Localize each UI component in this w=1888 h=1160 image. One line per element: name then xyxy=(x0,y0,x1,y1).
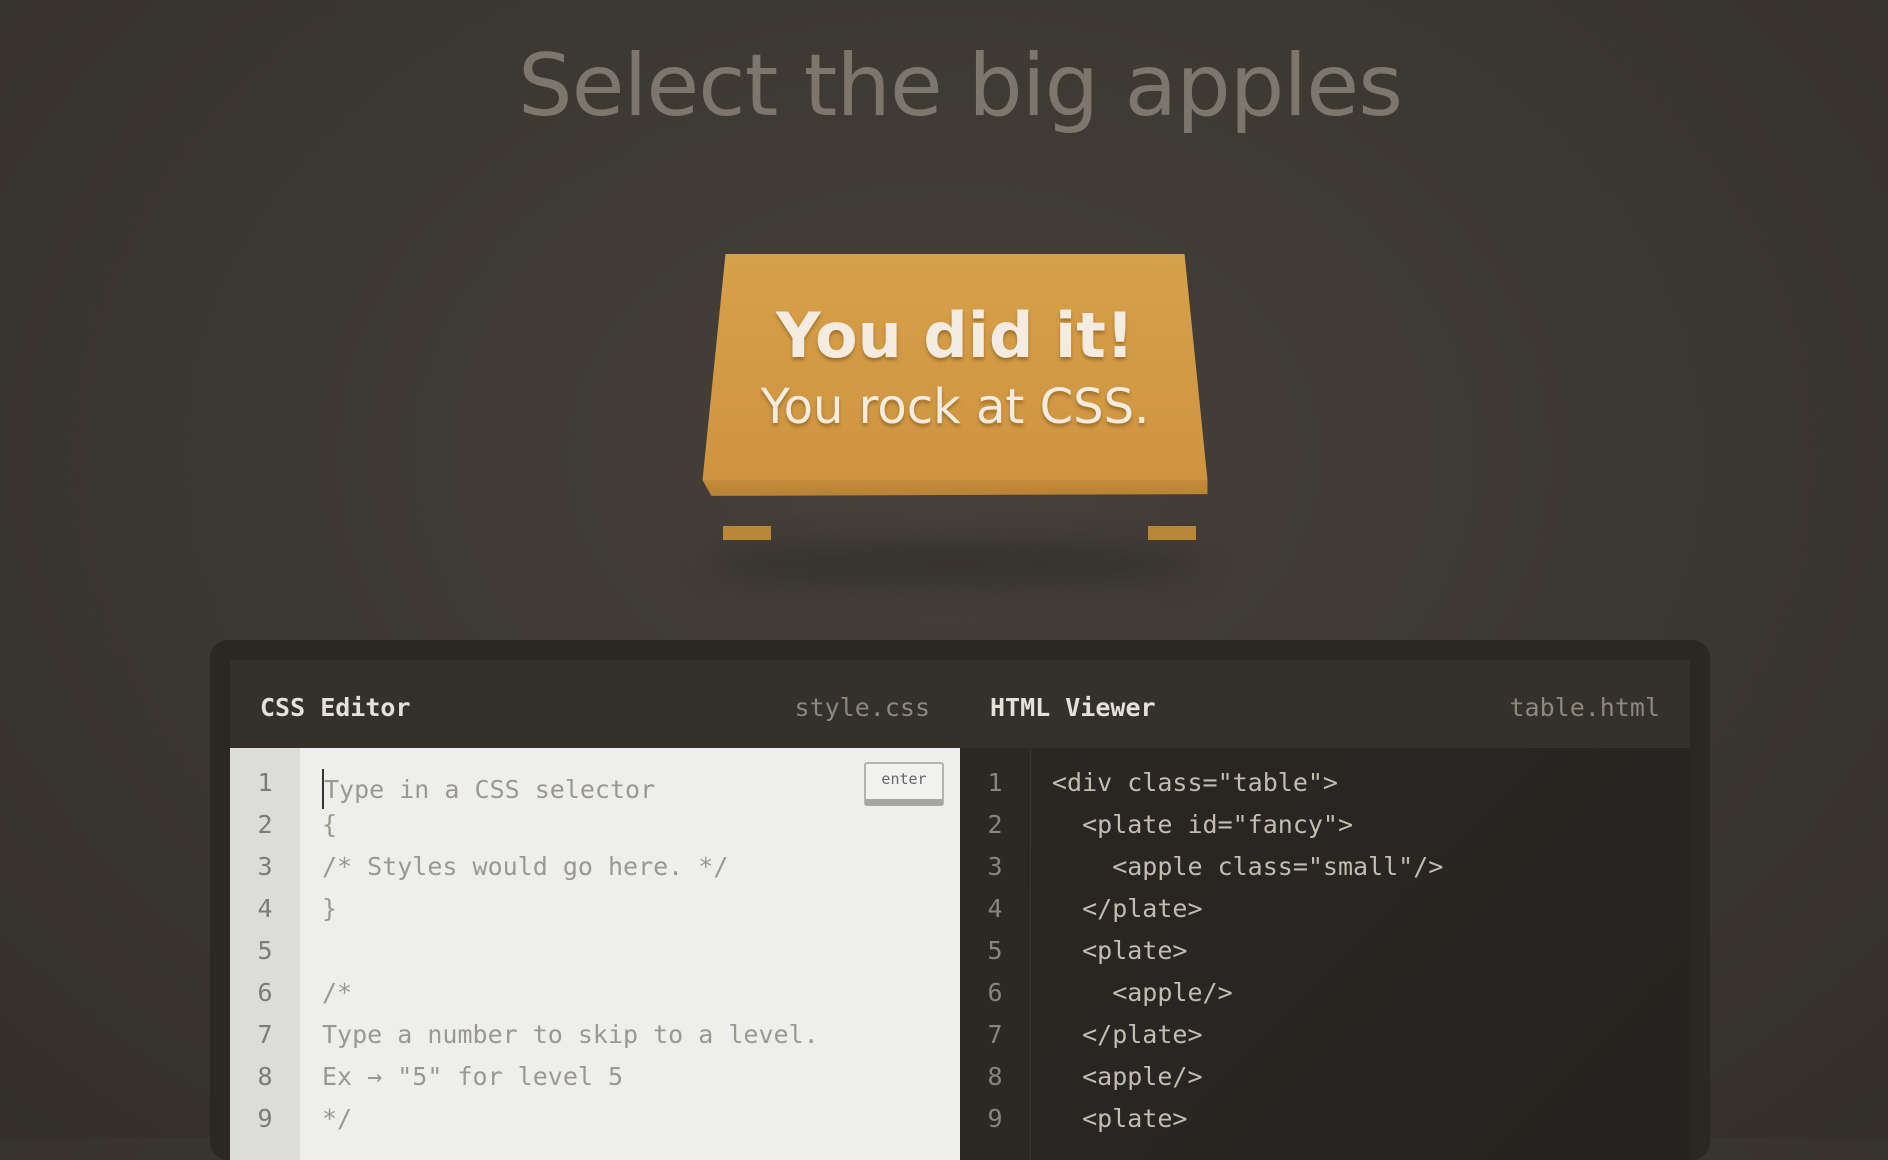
html-code-line[interactable]: <apple/> xyxy=(1052,1056,1202,1098)
line-number: 2 xyxy=(257,810,273,839)
css-editor-body: 1 2 3 4 5 6 7 8 9 enter { /* Styles woul… xyxy=(230,748,960,1160)
table-shadow xyxy=(705,544,1205,584)
line-number: 9 xyxy=(257,1104,273,1133)
line-number: 3 xyxy=(257,852,273,881)
css-code-line: */ xyxy=(322,1104,353,1133)
table-scene: You did it! You rock at CSS. xyxy=(665,254,1245,584)
html-code-line[interactable]: <plate id="fancy"> xyxy=(1052,804,1353,846)
html-code-line[interactable]: <plate> xyxy=(1052,1098,1187,1140)
line-number: 5 xyxy=(257,936,273,965)
html-viewer-body: 1 2 3 4 5 6 7 8 9 <div class="table"> <p… xyxy=(960,748,1690,1160)
html-code-line[interactable]: <apple/> xyxy=(1052,972,1232,1014)
win-message-subtext: You rock at CSS. xyxy=(760,379,1150,435)
line-number: 5 xyxy=(987,936,1003,965)
css-line-gutter: 1 2 3 4 5 6 7 8 9 xyxy=(230,748,300,1160)
editor-window: CSS Editor style.css HTML Viewer table.h… xyxy=(210,640,1710,1160)
css-code-line: Ex → "5" for level 5 xyxy=(322,1062,624,1091)
line-number: 8 xyxy=(987,1062,1003,1091)
line-number: 2 xyxy=(987,810,1003,839)
line-number: 6 xyxy=(987,978,1003,1007)
html-code-line[interactable]: <plate> xyxy=(1052,930,1187,972)
html-viewer-header: HTML Viewer table.html xyxy=(960,660,1690,748)
level-title: Select the big apples xyxy=(517,36,1403,136)
css-editor-header: CSS Editor style.css xyxy=(230,660,960,748)
line-number: 4 xyxy=(257,894,273,923)
line-number: 4 xyxy=(987,894,1003,923)
editor-panes: CSS Editor style.css HTML Viewer table.h… xyxy=(230,660,1690,1160)
css-code-line: } xyxy=(322,894,338,923)
css-selector-input[interactable] xyxy=(322,769,844,809)
line-number: 6 xyxy=(257,978,273,1007)
html-code-line[interactable]: <apple class="small"/> xyxy=(1052,846,1443,888)
css-code-line: /* Styles would go here. */ xyxy=(322,852,729,881)
css-code-line: { xyxy=(322,810,338,839)
line-number: 9 xyxy=(987,1104,1003,1133)
css-code-line: /* xyxy=(322,978,353,1007)
line-number: 1 xyxy=(987,768,1003,797)
css-editor-filename: style.css xyxy=(794,693,930,722)
line-number: 3 xyxy=(987,852,1003,881)
line-number: 7 xyxy=(257,1020,273,1049)
table-leg-left xyxy=(723,526,771,540)
html-viewer-title: HTML Viewer xyxy=(990,693,1156,722)
css-editor-title: CSS Editor xyxy=(260,693,411,722)
table-leg-right xyxy=(1148,526,1196,540)
win-message-heading: You did it! xyxy=(775,299,1135,372)
line-number: 8 xyxy=(257,1062,273,1091)
html-line-gutter: 1 2 3 4 5 6 7 8 9 xyxy=(960,748,1031,1160)
enter-button[interactable]: enter xyxy=(864,762,944,806)
line-number: 1 xyxy=(257,768,273,797)
line-number: 7 xyxy=(987,1020,1003,1049)
html-code-line[interactable]: </plate> xyxy=(1052,1014,1202,1056)
html-code-line[interactable]: </plate> xyxy=(1052,888,1202,930)
html-code-line[interactable]: <div class="table"> xyxy=(1052,762,1338,804)
html-viewer-filename: table.html xyxy=(1509,693,1660,722)
css-code-line: Type a number to skip to a level. xyxy=(322,1020,819,1049)
